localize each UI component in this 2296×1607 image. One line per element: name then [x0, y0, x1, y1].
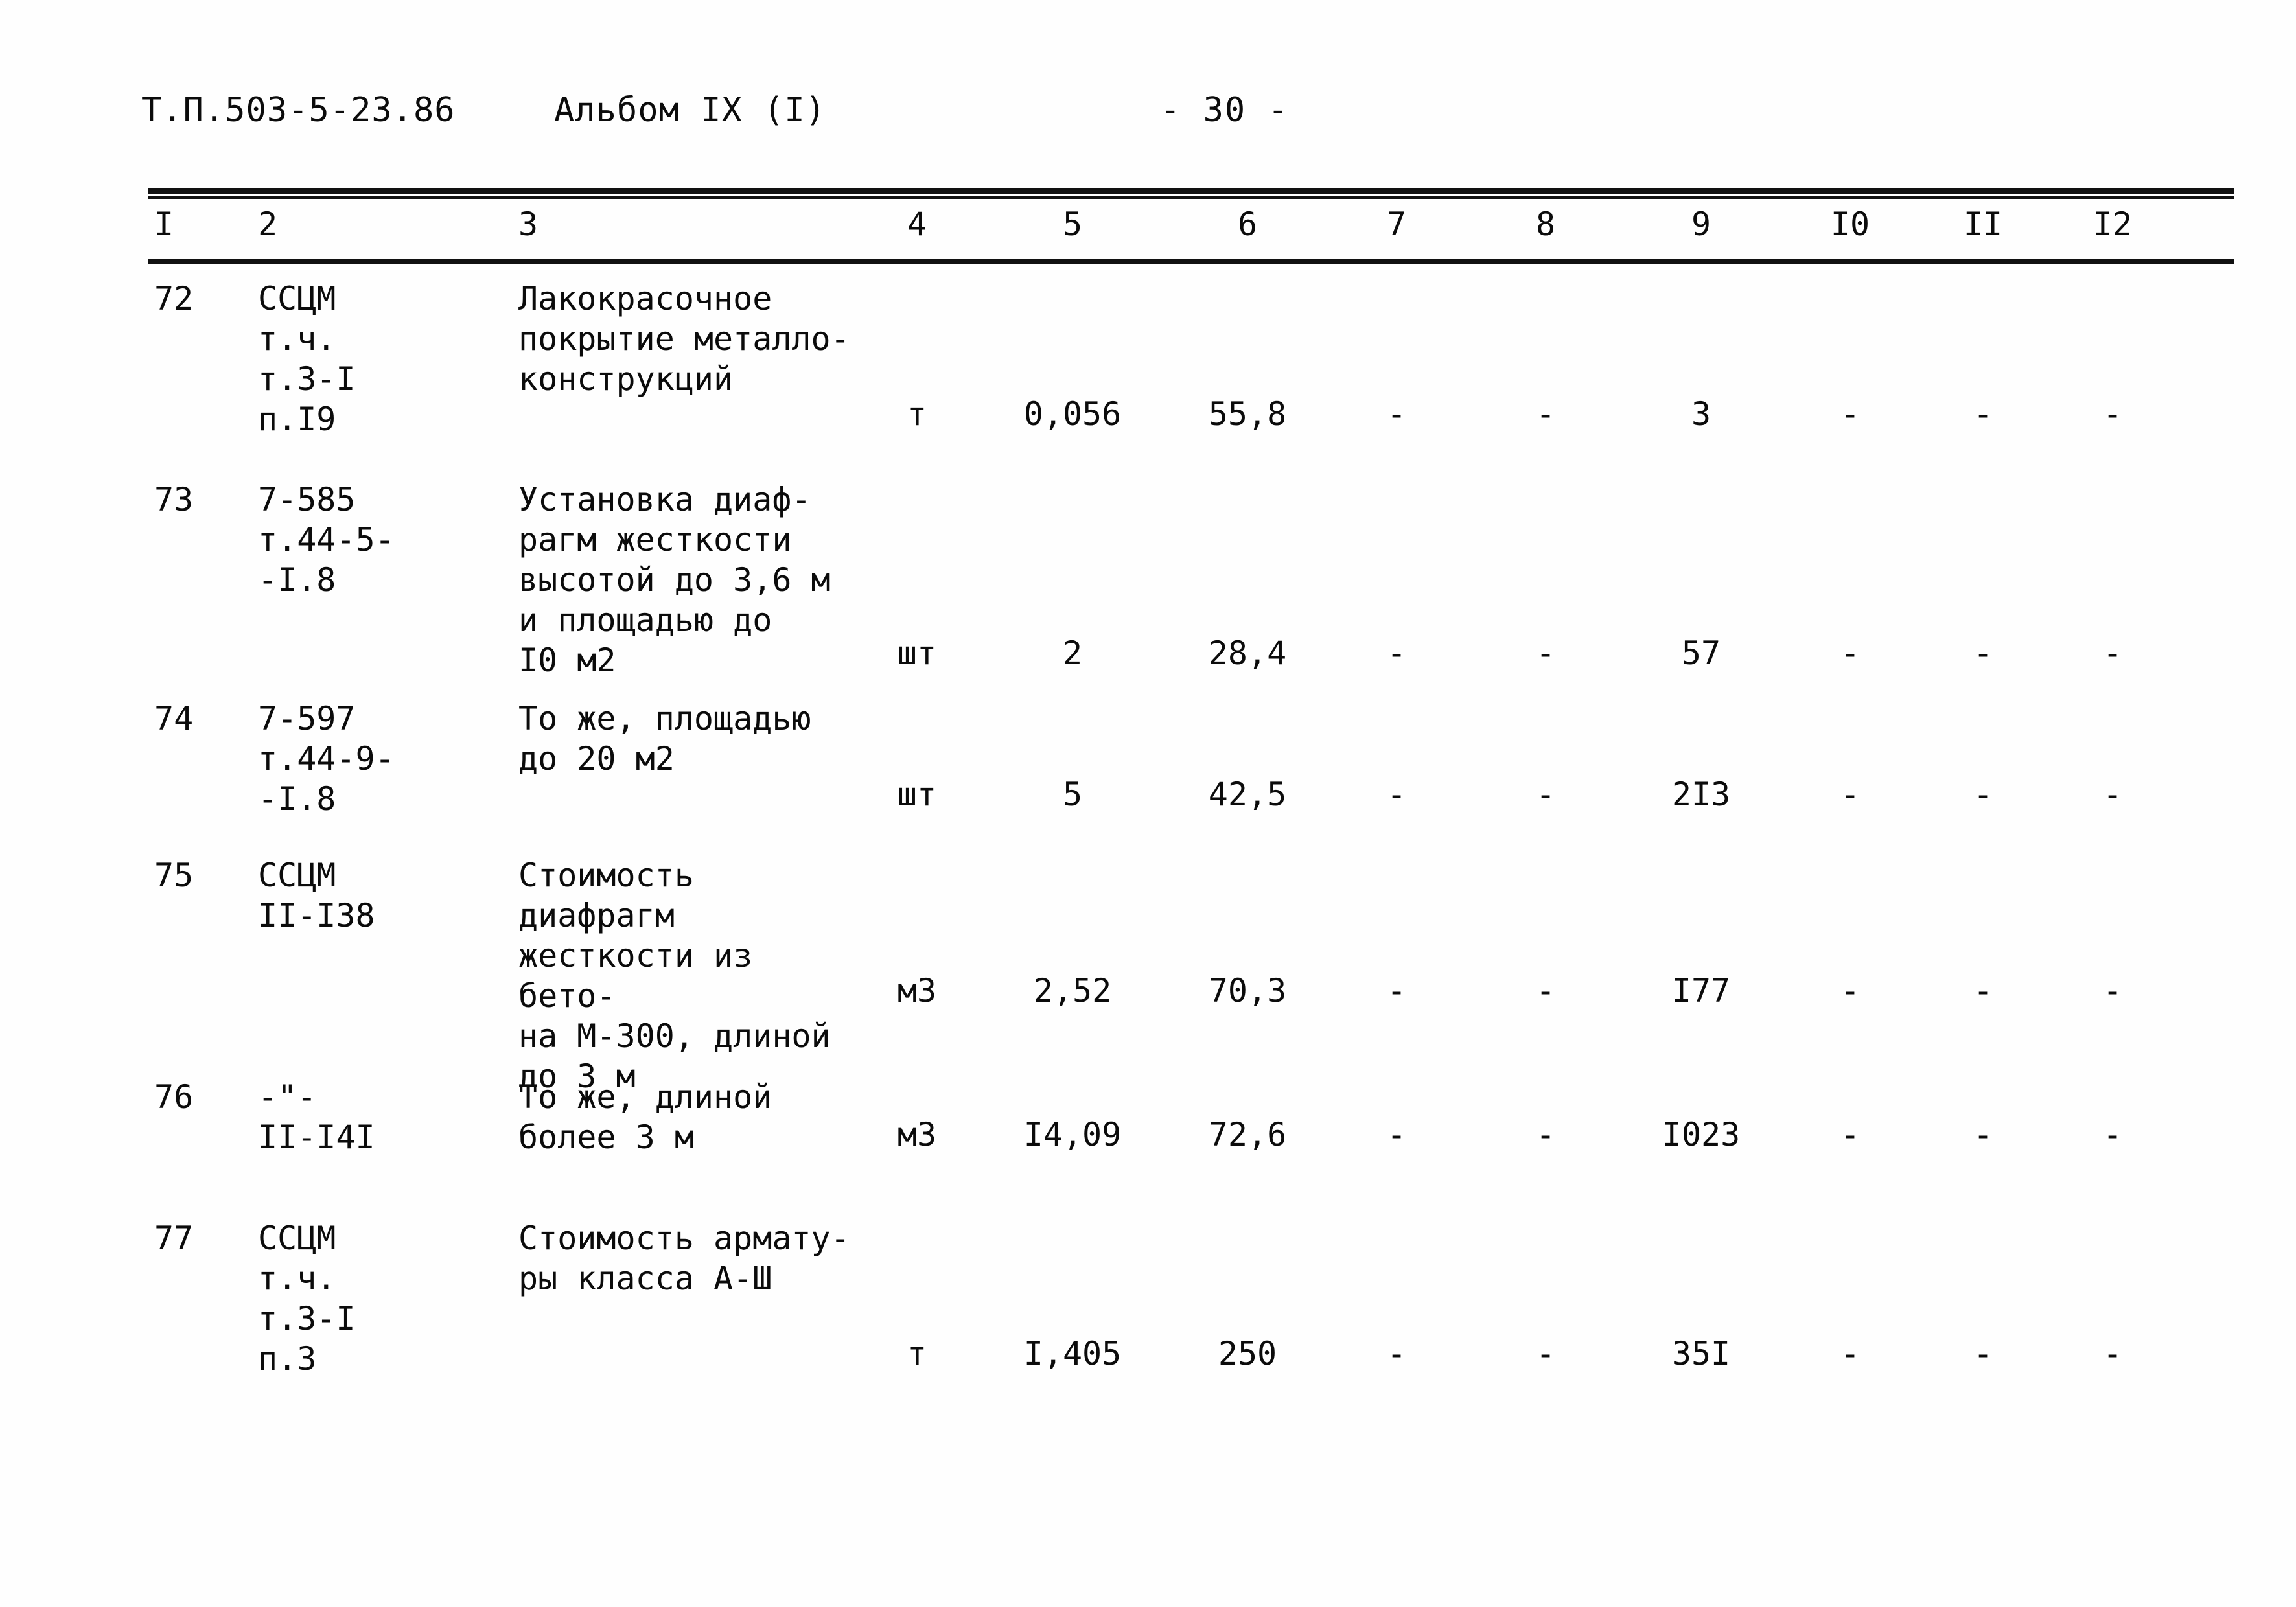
row-unit: м3: [897, 1116, 937, 1153]
row-col7: -: [1386, 395, 1407, 433]
table-top-rule: [148, 188, 2234, 194]
page-number: - 30 -: [1160, 91, 1290, 130]
row-code: -"- II-I4I: [258, 1078, 375, 1156]
row-col8: -: [1535, 972, 1556, 1010]
row-total-cost: I023: [1662, 1116, 1741, 1153]
row-description: Стоимость диафрагм жесткости из бето- на…: [518, 857, 831, 1095]
row-description: Стоимость армату- ры класса А-Ш: [518, 1220, 850, 1297]
row-col12: -: [2102, 395, 2123, 433]
row-col10: -: [1840, 1116, 1861, 1153]
row-code: 7-597 т.44-9- -I.8: [258, 700, 395, 818]
row-number: 76: [154, 1078, 194, 1116]
row-unit: шт: [897, 776, 937, 813]
row-col10: -: [1840, 634, 1861, 672]
document-code: Т.П.503-5-23.86: [141, 91, 456, 130]
row-unit-cost: 28,4: [1208, 634, 1287, 672]
row-col10: -: [1840, 1335, 1861, 1372]
row-code: 7-585 т.44-5- -I.8: [258, 481, 395, 599]
column-header-6: 6: [1237, 205, 1258, 243]
column-header-3: 3: [518, 205, 539, 243]
row-col7: -: [1386, 1116, 1407, 1153]
row-qty: I,405: [1023, 1335, 1122, 1372]
row-qty: 2: [1062, 634, 1083, 672]
table-top-rule-2: [148, 196, 2234, 199]
row-qty: 2,52: [1033, 972, 1112, 1010]
row-unit-cost: 70,3: [1208, 972, 1287, 1010]
row-col10: -: [1840, 776, 1861, 813]
row-qty: I4,09: [1023, 1116, 1122, 1153]
column-header-1: I: [154, 205, 174, 243]
column-header-11: II: [1963, 205, 2003, 243]
table-column-header-row: I 2 3 4 5 6 7 8 9 I0 II I2: [0, 206, 2296, 254]
row-unit: т: [907, 395, 927, 433]
row-col12: -: [2102, 1335, 2123, 1372]
row-total-cost: 2I3: [1671, 776, 1731, 813]
row-description: То же, площадью до 20 м2: [518, 700, 811, 778]
column-header-8: 8: [1535, 205, 1556, 243]
row-unit: м3: [897, 972, 937, 1010]
row-col12: -: [2102, 972, 2123, 1010]
column-header-5: 5: [1062, 205, 1083, 243]
row-total-cost: 57: [1681, 634, 1721, 672]
row-col11: -: [1973, 395, 1993, 433]
row-col11: -: [1973, 1116, 1993, 1153]
row-col12: -: [2102, 1116, 2123, 1153]
row-col10: -: [1840, 395, 1861, 433]
row-col11: -: [1973, 776, 1993, 813]
row-col8: -: [1535, 776, 1556, 813]
row-number: 74: [154, 700, 194, 737]
row-code: ССЦМ т.ч. т.3-I п.3: [258, 1220, 356, 1378]
row-col12: -: [2102, 634, 2123, 672]
column-header-2: 2: [258, 205, 278, 243]
page-header: Т.П.503-5-23.86 Альбом IX (I) - 30 -: [0, 91, 2296, 149]
row-col7: -: [1386, 972, 1407, 1010]
row-col12: -: [2102, 776, 2123, 813]
column-header-7: 7: [1386, 205, 1407, 243]
column-header-12: I2: [2093, 205, 2133, 243]
row-code: ССЦМ II-I38: [258, 857, 375, 934]
row-col8: -: [1535, 634, 1556, 672]
row-col8: -: [1535, 1335, 1556, 1372]
row-col7: -: [1386, 634, 1407, 672]
row-unit-cost: 55,8: [1208, 395, 1287, 433]
row-qty: 5: [1062, 776, 1083, 813]
row-unit-cost: 72,6: [1208, 1116, 1287, 1153]
row-qty: 0,056: [1023, 395, 1122, 433]
row-total-cost: 3: [1691, 395, 1711, 433]
row-col11: -: [1973, 972, 1993, 1010]
row-description: Установка диаф- рагм жесткости высотой д…: [518, 481, 831, 679]
row-col11: -: [1973, 1335, 1993, 1372]
row-unit: шт: [897, 634, 937, 672]
row-code: ССЦМ т.ч. т.3-I п.I9: [258, 280, 356, 438]
row-number: 72: [154, 280, 194, 318]
column-header-10: I0: [1830, 205, 1870, 243]
row-col8: -: [1535, 395, 1556, 433]
row-unit-cost: 250: [1218, 1335, 1277, 1372]
row-number: 73: [154, 481, 194, 518]
table-header-rule: [148, 259, 2234, 264]
row-col10: -: [1840, 972, 1861, 1010]
album-label: Альбом IX (I): [554, 91, 826, 130]
row-col8: -: [1535, 1116, 1556, 1153]
row-description: Лакокрасочное покрытие металло- конструк…: [518, 280, 850, 398]
row-number: 75: [154, 857, 194, 894]
column-header-4: 4: [907, 205, 927, 243]
column-header-9: 9: [1691, 205, 1711, 243]
row-description: То же, длиной более 3 м: [518, 1078, 772, 1156]
row-unit: т: [907, 1335, 927, 1372]
row-col7: -: [1386, 1335, 1407, 1372]
row-total-cost: 35I: [1671, 1335, 1731, 1372]
row-total-cost: I77: [1671, 972, 1731, 1010]
row-col11: -: [1973, 634, 1993, 672]
row-number: 77: [154, 1220, 194, 1257]
row-col7: -: [1386, 776, 1407, 813]
document-page: Т.П.503-5-23.86 Альбом IX (I) - 30 - I 2…: [0, 0, 2296, 1607]
row-unit-cost: 42,5: [1208, 776, 1287, 813]
